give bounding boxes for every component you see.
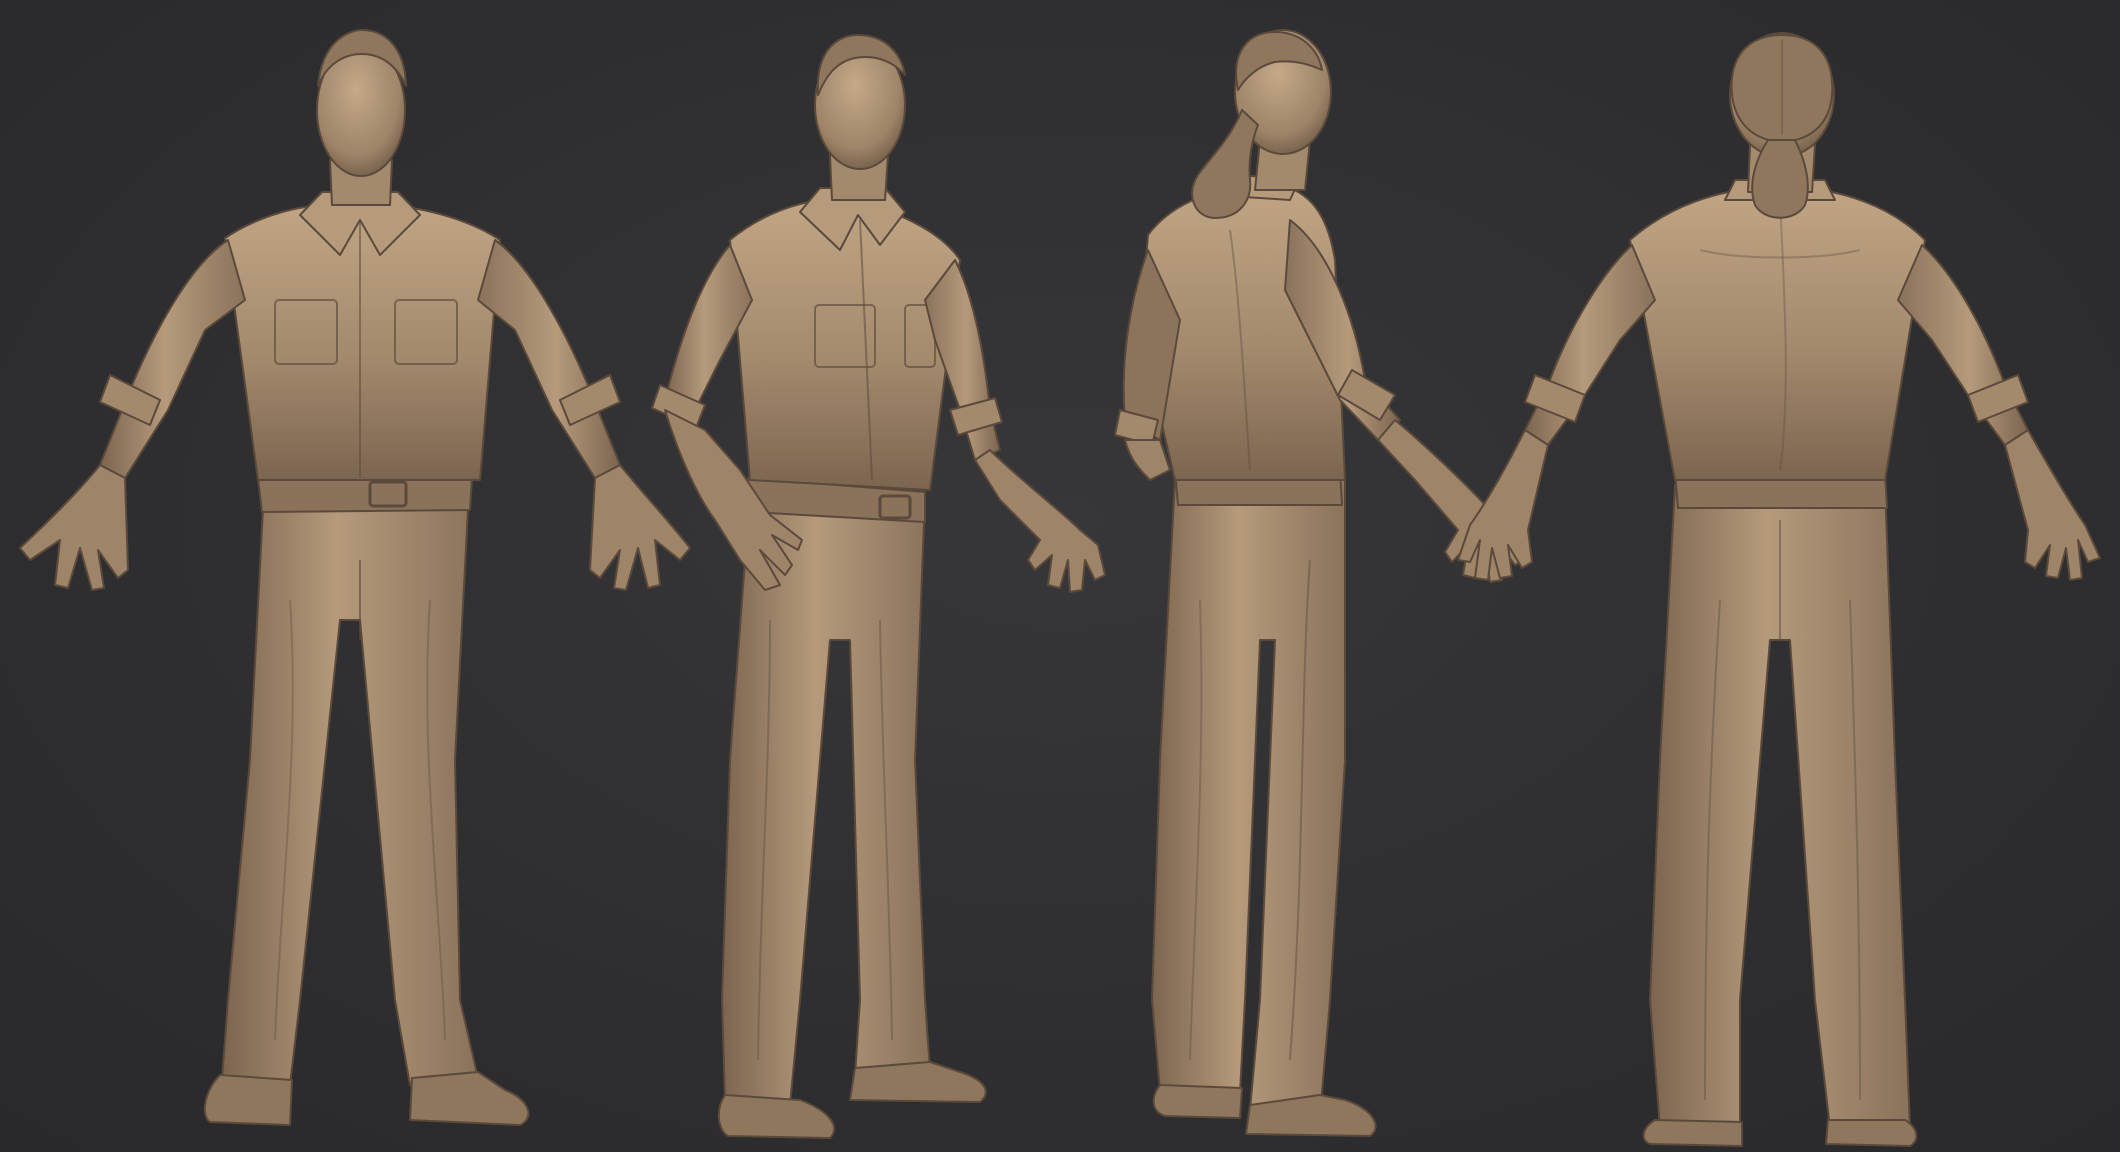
figure-back-view: [1457, 32, 2101, 1147]
figure-front-view: [19, 29, 691, 1126]
figure-side-back-view: [1114, 29, 1526, 1137]
figure-three-quarter-view: [651, 34, 1106, 1139]
viewport-canvas: [0, 0, 2120, 1152]
sculpt-render-scene: [19, 29, 2101, 1147]
